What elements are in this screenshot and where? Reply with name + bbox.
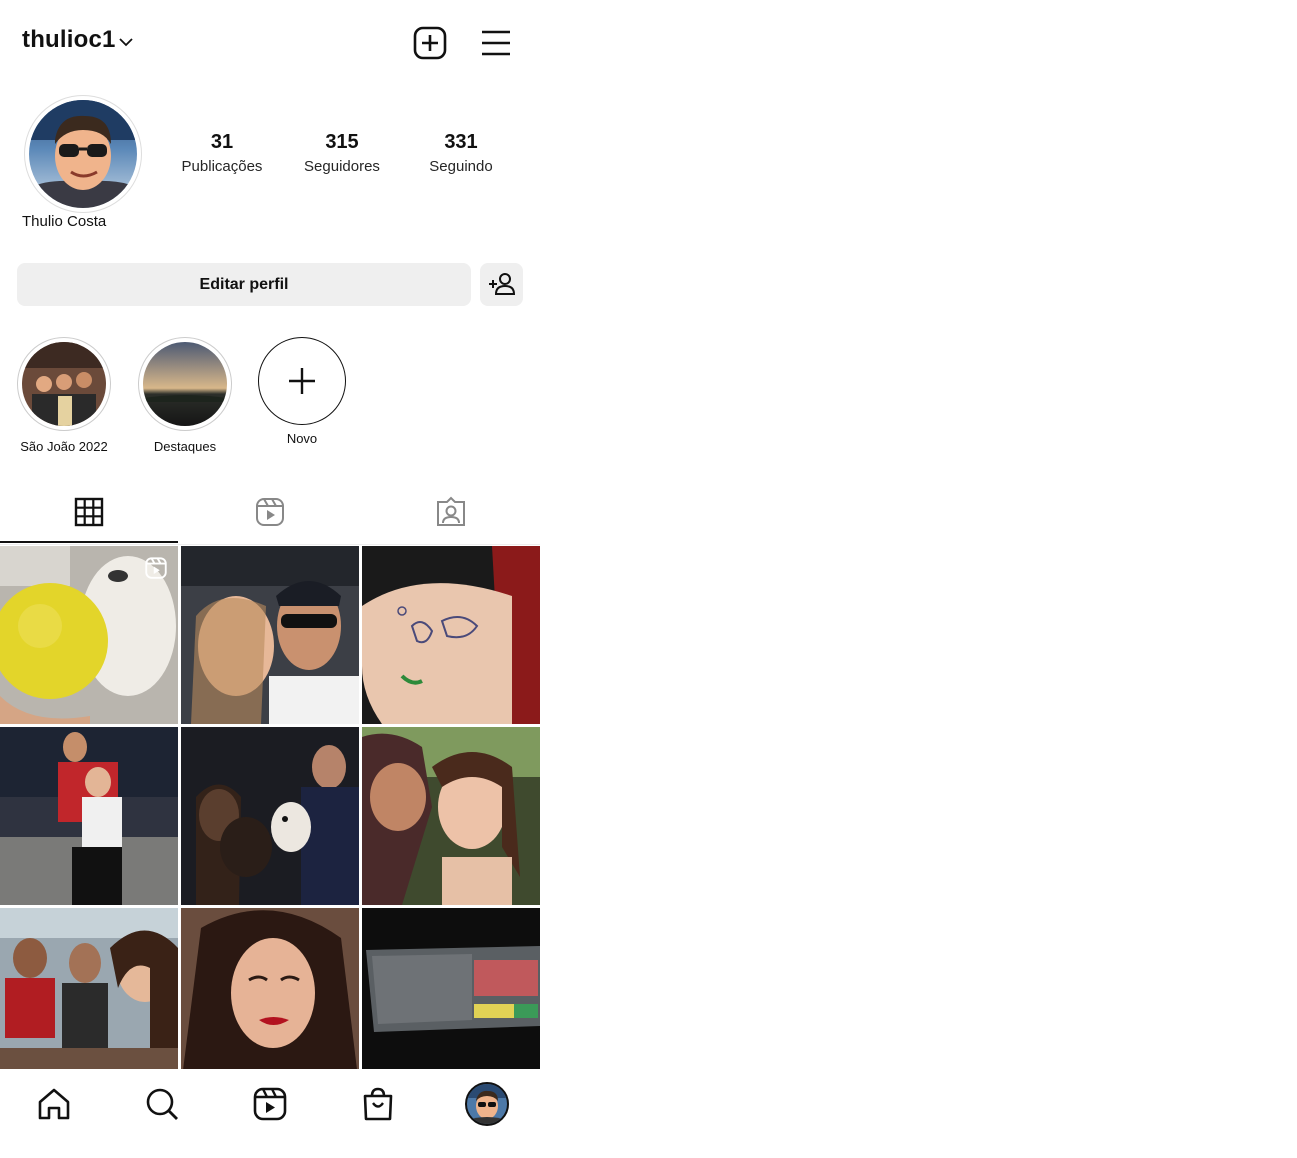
grid-icon [74,497,104,527]
discover-people-button[interactable] [480,263,523,306]
post-thumbnail[interactable] [0,908,178,1086]
highlight-ring [138,337,232,431]
post-thumbnail[interactable] [362,908,540,1086]
stat-posts-label: Publicações [181,158,263,175]
create-post-button[interactable] [413,26,447,60]
stat-following-label: Seguindo [429,158,493,175]
reels-icon[interactable] [252,1086,288,1122]
tab-tagged[interactable] [362,482,540,542]
stat-following-count: 331 [444,131,478,153]
edit-profile-button[interactable]: Editar perfil [17,263,471,306]
tagged-icon [437,496,465,526]
highlight-label: Destaques [153,439,217,454]
profile-avatar[interactable] [24,95,142,213]
display-name: Thulio Costa [22,213,107,230]
post-thumbnail[interactable] [181,727,359,905]
top-bar: thulioc1 [0,0,540,86]
chevron-down-icon[interactable] [118,34,134,50]
stat-followers[interactable]: 315 Seguidores [296,131,388,175]
post-thumbnail[interactable] [181,546,359,724]
tab-posts-grid[interactable] [0,482,178,543]
highlight-label: Novo [286,431,318,446]
stat-posts-count: 31 [210,131,234,153]
reel-badge-icon [145,557,167,579]
highlight-label: São João 2022 [20,439,108,454]
add-person-icon [489,273,516,295]
stat-followers-label: Seguidores [304,158,380,175]
tab-reels[interactable] [181,482,359,542]
post-thumbnail[interactable] [0,727,178,905]
stat-posts[interactable]: 31 Publicações [176,131,268,175]
post-thumbnail[interactable] [0,546,178,724]
plus-icon [289,368,315,394]
highlight-ring [17,337,111,431]
home-icon[interactable] [36,1086,72,1122]
stat-followers-count: 315 [325,131,359,153]
new-highlight-circle [258,337,346,425]
highlight-cover [22,342,106,426]
highlight-new[interactable]: Novo [256,337,348,446]
menu-button[interactable] [479,26,513,60]
post-thumbnail[interactable] [362,546,540,724]
post-thumbnail[interactable] [181,908,359,1086]
post-thumbnail[interactable] [362,727,540,905]
profile-tabs [0,482,540,545]
highlight-sao-joao[interactable]: São João 2022 [16,337,112,454]
search-icon[interactable] [144,1086,180,1122]
highlight-cover [143,342,227,426]
reels-icon [256,498,284,526]
stat-following[interactable]: 331 Seguindo [415,131,507,175]
username[interactable]: thulioc1 [22,26,116,54]
profile-screen: thulioc1 Thulio Costa 31 Publicações 315… [0,0,540,1158]
shop-icon[interactable] [360,1086,396,1122]
profile-avatar-nav[interactable] [465,1082,509,1126]
highlight-destaques[interactable]: Destaques [137,337,233,454]
avatar-image [29,100,137,208]
